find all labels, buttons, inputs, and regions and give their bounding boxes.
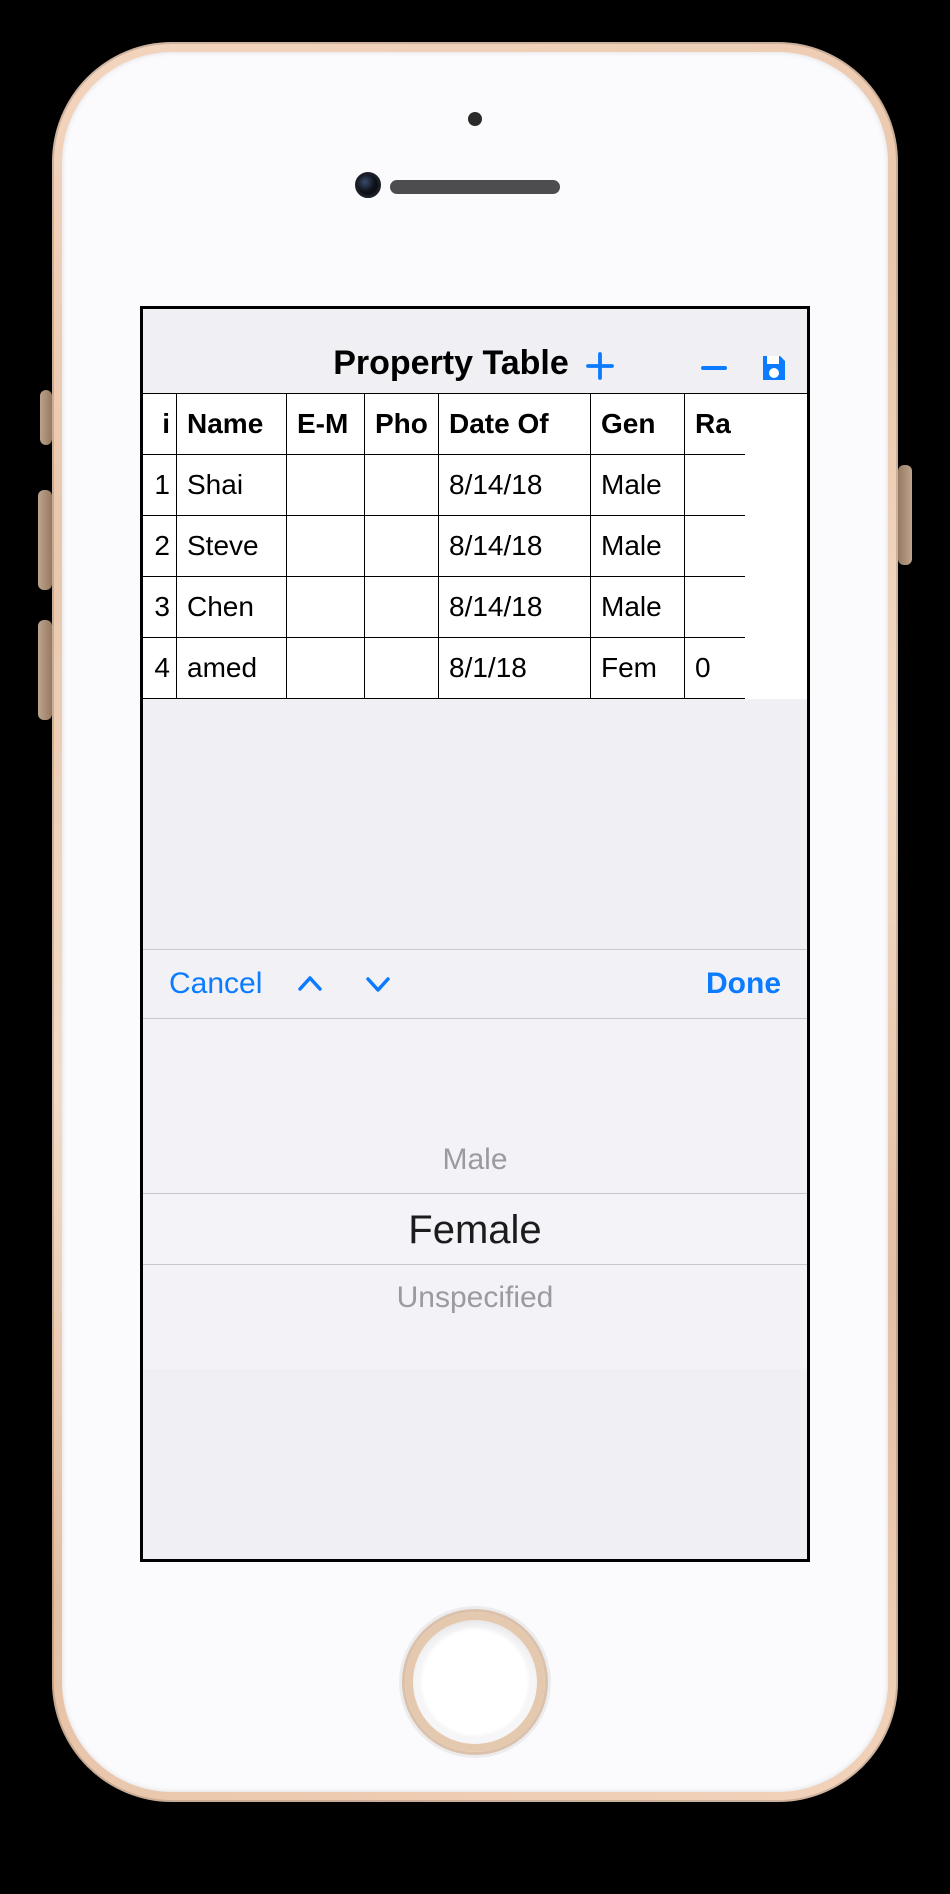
gender-picker[interactable]: Male Female Unspecified (143, 1019, 807, 1369)
col-id: i (143, 394, 177, 455)
cell-id[interactable]: 1 (143, 455, 177, 516)
title-bar: Property Table (143, 309, 807, 393)
next-field-button[interactable] (358, 964, 398, 1004)
cell-gender[interactable]: Fem (591, 638, 685, 699)
table-row[interactable]: 2 Steve 8/14/18 Male (143, 516, 807, 577)
add-button[interactable] (583, 349, 617, 383)
cell-id[interactable]: 3 (143, 577, 177, 638)
minus-icon (699, 353, 729, 383)
cell-email[interactable] (287, 455, 365, 516)
remove-button[interactable] (697, 351, 731, 385)
cell-email[interactable] (287, 638, 365, 699)
table-header-row: i Name E-M Pho Date Of Gen Ra (143, 394, 807, 455)
cancel-button[interactable]: Cancel (169, 967, 262, 1001)
input-accessory-bar: Cancel Done (143, 949, 807, 1019)
col-name: Name (177, 394, 287, 455)
home-button[interactable] (405, 1612, 545, 1752)
empty-area (143, 699, 807, 949)
col-email: E-M (287, 394, 365, 455)
phone-frame: Property Table (52, 42, 898, 1802)
cell-phone[interactable] (365, 577, 439, 638)
table-row[interactable]: 1 Shai 8/14/18 Male (143, 455, 807, 516)
cell-dob[interactable]: 8/1/18 (439, 638, 591, 699)
cell-phone[interactable] (365, 455, 439, 516)
plus-icon (585, 351, 615, 381)
col-rank: Ra (685, 394, 745, 455)
chevron-down-icon (363, 969, 393, 999)
front-camera (355, 172, 381, 198)
page-title: Property Table (333, 344, 579, 383)
cell-email[interactable] (287, 516, 365, 577)
cell-gender[interactable]: Male (591, 516, 685, 577)
cell-phone[interactable] (365, 516, 439, 577)
proximity-sensor (468, 112, 482, 126)
cell-rank[interactable] (685, 455, 745, 516)
table-row[interactable]: 3 Chen 8/14/18 Male (143, 577, 807, 638)
save-button[interactable] (757, 351, 791, 385)
cell-dob[interactable]: 8/14/18 (439, 516, 591, 577)
mute-switch (40, 390, 52, 445)
cell-rank[interactable]: 0 (685, 638, 745, 699)
cell-id[interactable]: 4 (143, 638, 177, 699)
earpiece-speaker (390, 180, 560, 194)
property-table: i Name E-M Pho Date Of Gen Ra 1 Shai 8/1… (143, 393, 807, 699)
cell-name[interactable]: Shai (177, 455, 287, 516)
col-dob: Date Of (439, 394, 591, 455)
power-button (898, 465, 912, 565)
table-row[interactable]: 4 amed 8/1/18 Fem 0 (143, 638, 807, 699)
cell-phone[interactable] (365, 638, 439, 699)
col-phone: Pho (365, 394, 439, 455)
volume-up-button (38, 490, 52, 590)
picker-option-selected[interactable]: Female (143, 1193, 807, 1265)
previous-field-button[interactable] (290, 964, 330, 1004)
cell-dob[interactable]: 8/14/18 (439, 577, 591, 638)
picker-option[interactable]: Unspecified (143, 1265, 807, 1331)
cell-rank[interactable] (685, 577, 745, 638)
save-icon (759, 353, 789, 383)
cell-email[interactable] (287, 577, 365, 638)
chevron-up-icon (295, 969, 325, 999)
cell-gender[interactable]: Male (591, 455, 685, 516)
cell-name[interactable]: Steve (177, 516, 287, 577)
cell-name[interactable]: amed (177, 638, 287, 699)
cell-rank[interactable] (685, 516, 745, 577)
cell-id[interactable]: 2 (143, 516, 177, 577)
cell-name[interactable]: Chen (177, 577, 287, 638)
cell-gender[interactable]: Male (591, 577, 685, 638)
picker-option[interactable]: Male (143, 1127, 807, 1193)
volume-down-button (38, 620, 52, 720)
col-gender: Gen (591, 394, 685, 455)
done-button[interactable]: Done (706, 967, 781, 1000)
cell-dob[interactable]: 8/14/18 (439, 455, 591, 516)
screen: Property Table (140, 306, 810, 1562)
